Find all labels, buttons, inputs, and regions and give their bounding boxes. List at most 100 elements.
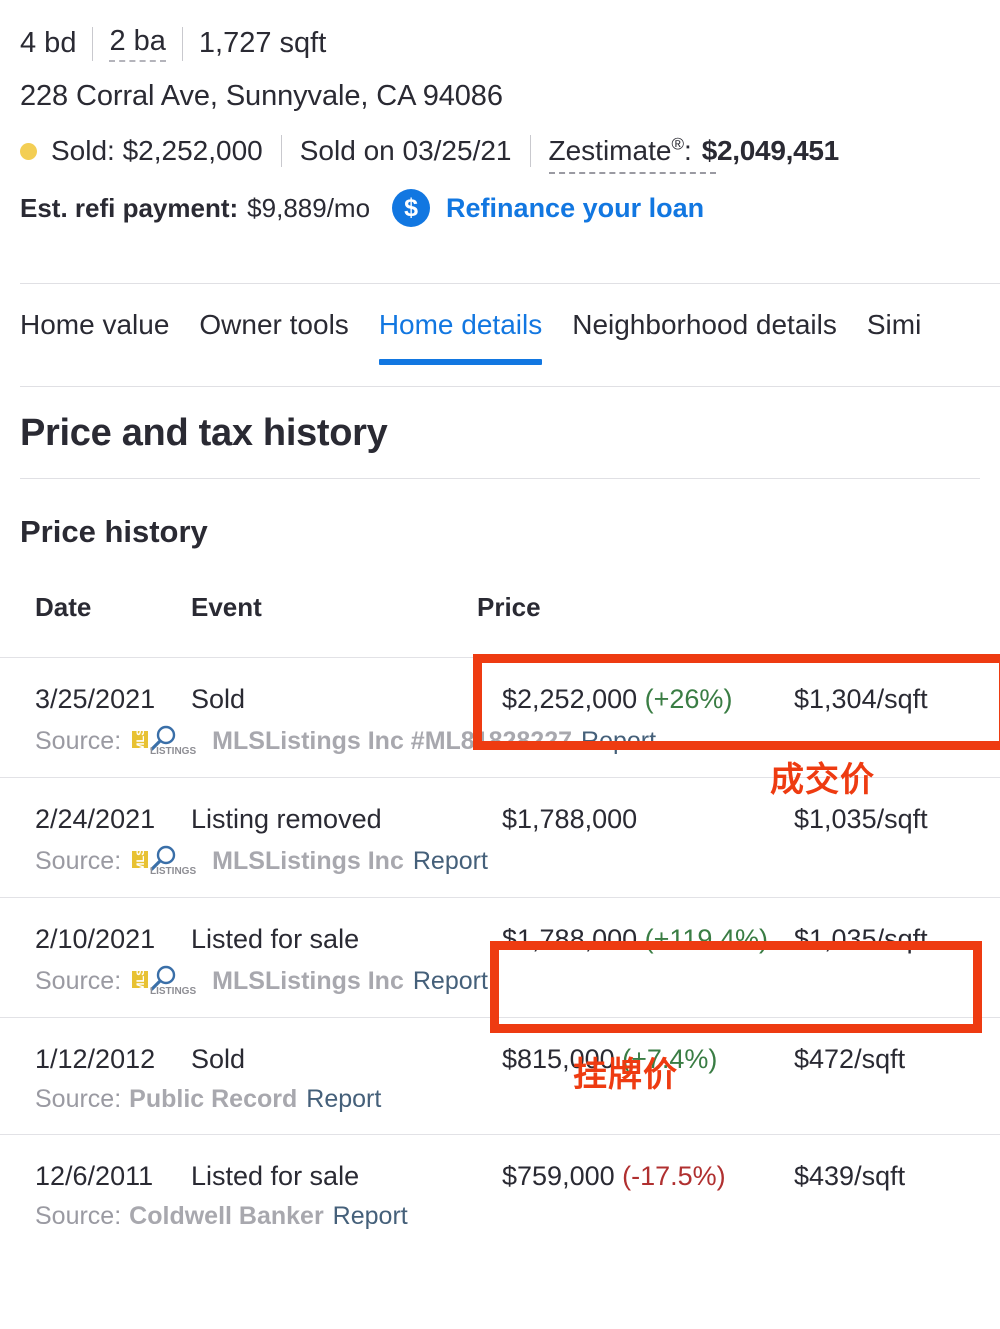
cell-date: 1/12/2012 (35, 1044, 156, 1074)
table-row: 2/24/2021 Listing removed $1,788,000 $1,035… (0, 777, 1000, 897)
source-label: Source: (35, 726, 122, 755)
column-header-price: Price (477, 592, 541, 622)
status-row: Sold: $2,252,000 Sold on 03/25/21 Zestim… (20, 135, 980, 175)
zestimate-word: Zestimate (548, 135, 672, 167)
table-row-main: 3/25/2021 Sold $2,252,000 (+26%) $1,304/sqf… (0, 684, 1000, 715)
status-divider (529, 135, 531, 168)
cell-event: Sold (191, 684, 246, 714)
source-label: Source: (35, 966, 122, 995)
report-link[interactable]: Report (413, 847, 488, 876)
section-divider (20, 478, 980, 479)
baths-fact[interactable]: 2 ba (109, 25, 166, 62)
price-change-percent: (+7.4%) (614, 1044, 718, 1074)
cell-date: 12/6/2011 (35, 1161, 154, 1191)
table-header-row: Date Event Price (0, 592, 1000, 657)
section-tabs: Home value Owner tools Home details Neig… (20, 283, 1000, 387)
source-label: Source: (35, 846, 122, 875)
cell-price-per-sqft: $439/sqft (794, 1161, 906, 1191)
source-label: Source: (35, 1202, 122, 1230)
source-name: MLSListings Inc (212, 846, 404, 875)
table-row-source: Source: MLS LISTINGS MLSListings Inc #ML818… (0, 725, 1000, 757)
fact-divider (92, 26, 94, 61)
tab-list: Home value Owner tools Home details Neig… (20, 284, 1000, 365)
sold-date: Sold on 03/25/21 (299, 135, 512, 167)
table-row-main: 2/24/2021 Listing removed $1,788,000 $1,035… (0, 804, 1000, 835)
bed-bath-sqft-row: 4 bd 2 ba 1,727 sqft (20, 25, 980, 62)
tabs-bottom-rule (20, 386, 1000, 387)
report-link[interactable]: Report (306, 1085, 381, 1114)
dollar-circle-icon: $ (392, 189, 431, 228)
svg-text:LISTINGS: LISTINGS (150, 986, 196, 997)
tab-home-details[interactable]: Home details (378, 309, 543, 365)
zestimate-label[interactable]: Zestimate®: (549, 135, 692, 166)
price-value: $2,252,000 (502, 684, 638, 714)
report-link[interactable]: Report (333, 1202, 408, 1231)
sold-price: Sold: $2,252,000 (51, 135, 263, 167)
cell-price: $1,788,000 (477, 804, 782, 835)
table-row-main: 1/12/2012 Sold $815,000 (+7.4%) $472/sqft (0, 1044, 1000, 1075)
cell-event: Sold (191, 1044, 246, 1074)
zestimate-group[interactable]: Zestimate®: (548, 135, 716, 175)
column-header-event: Event (191, 592, 262, 622)
cell-price: $759,000 (-17.5%) (477, 1161, 782, 1192)
status-divider (280, 135, 282, 168)
tab-neighborhood-details[interactable]: Neighborhood details (572, 309, 837, 365)
cell-event: Listed for sale (191, 924, 360, 954)
registered-mark-icon: ® (671, 134, 684, 154)
beds-fact: 4 bd (20, 27, 77, 59)
svg-text:MLS: MLS (135, 728, 147, 751)
price-value: $1,788,000 (502, 804, 638, 834)
refinance-your-loan-link[interactable]: Refinance your loan (446, 193, 704, 224)
cell-date: 2/10/2021 (35, 924, 156, 954)
cell-date: 3/25/2021 (35, 684, 156, 714)
price-history-table: Date Event Price 3/25/2021 Sold $2,252,000… (0, 592, 1000, 1251)
zestimate-value: $2,049,451 (701, 135, 839, 167)
source-name: MLSListings Inc (212, 966, 404, 995)
svg-text:LISTINGS: LISTINGS (150, 866, 196, 877)
table-row-main: 12/6/2011 Listed for sale $759,000 (-17.5%… (0, 1161, 1000, 1192)
price-change-percent: (-17.5%) (614, 1161, 726, 1191)
cell-price: $2,252,000 (+26%) (477, 684, 782, 715)
cell-price: $1,788,000 (+119.4%) (477, 924, 782, 955)
tab-home-value[interactable]: Home value (20, 309, 169, 365)
svg-text:MLS: MLS (135, 968, 147, 991)
sqft-fact: 1,727 sqft (198, 27, 327, 59)
report-link[interactable]: Report (413, 967, 488, 996)
table-row: 2/10/2021 Listed for sale $1,788,000 (+119… (0, 897, 1000, 1017)
table-body: 3/25/2021 Sold $2,252,000 (+26%) $1,304/sqf… (0, 657, 1000, 1251)
cell-event: Listed for sale (191, 1161, 360, 1191)
mlslistings-logo-icon: MLS LISTINGS (130, 725, 204, 757)
cell-price-per-sqft: $472/sqft (794, 1044, 906, 1074)
table-row-source: Source: MLS LISTINGS MLSListings Inc Report (0, 845, 1000, 877)
cell-price-per-sqft: $1,035/sqft (794, 924, 928, 954)
table-row: 12/6/2011 Listed for sale $759,000 (-17.5%… (0, 1134, 1000, 1251)
table-row: 3/25/2021 Sold $2,252,000 (+26%) $1,304/sqf… (0, 657, 1000, 777)
refi-payment-label: Est. refi payment: (20, 192, 239, 223)
tab-similar-homes[interactable]: Simi (867, 309, 921, 365)
zestimate-dashed-underline (548, 172, 716, 175)
sold-status-dot (20, 142, 37, 160)
table-row: 1/12/2012 Sold $815,000 (+7.4%) $472/sqft So… (0, 1017, 1000, 1134)
price-change-percent: (+26%) (637, 684, 733, 714)
table-row-source: Source: Public Record Report (0, 1085, 1000, 1114)
mlslistings-logo-icon: MLS LISTINGS (130, 965, 204, 997)
price-value: $759,000 (502, 1161, 615, 1191)
table-row-source: Source: MLS LISTINGS MLSListings Inc Report (0, 965, 1000, 997)
cell-date: 2/24/2021 (35, 804, 156, 834)
source-name: Public Record (129, 1085, 298, 1113)
property-facts-header: 4 bd 2 ba 1,727 sqft 228 Corral Ave, Sun… (20, 25, 980, 228)
cell-price-per-sqft: $1,035/sqft (794, 804, 928, 834)
price-value: $815,000 (502, 1044, 615, 1074)
svg-text:MLS: MLS (135, 848, 147, 871)
table-row-source: Source: Coldwell Banker Report (0, 1202, 1000, 1231)
svg-text:LISTINGS: LISTINGS (150, 746, 196, 757)
page-title: Price and tax history (20, 412, 388, 454)
tab-owner-tools[interactable]: Owner tools (199, 309, 348, 365)
report-link[interactable]: Report (581, 727, 656, 756)
property-address: 228 Corral Ave, Sunnyvale, CA 94086 (20, 79, 503, 112)
table-row-main: 2/10/2021 Listed for sale $1,788,000 (+119… (0, 924, 1000, 955)
price-change-percent: (+119.4%) (637, 924, 768, 954)
cell-price: $815,000 (+7.4%) (477, 1044, 782, 1075)
source-label: Source: (35, 1085, 122, 1113)
refi-payment-amount: $9,889/mo (247, 192, 371, 223)
